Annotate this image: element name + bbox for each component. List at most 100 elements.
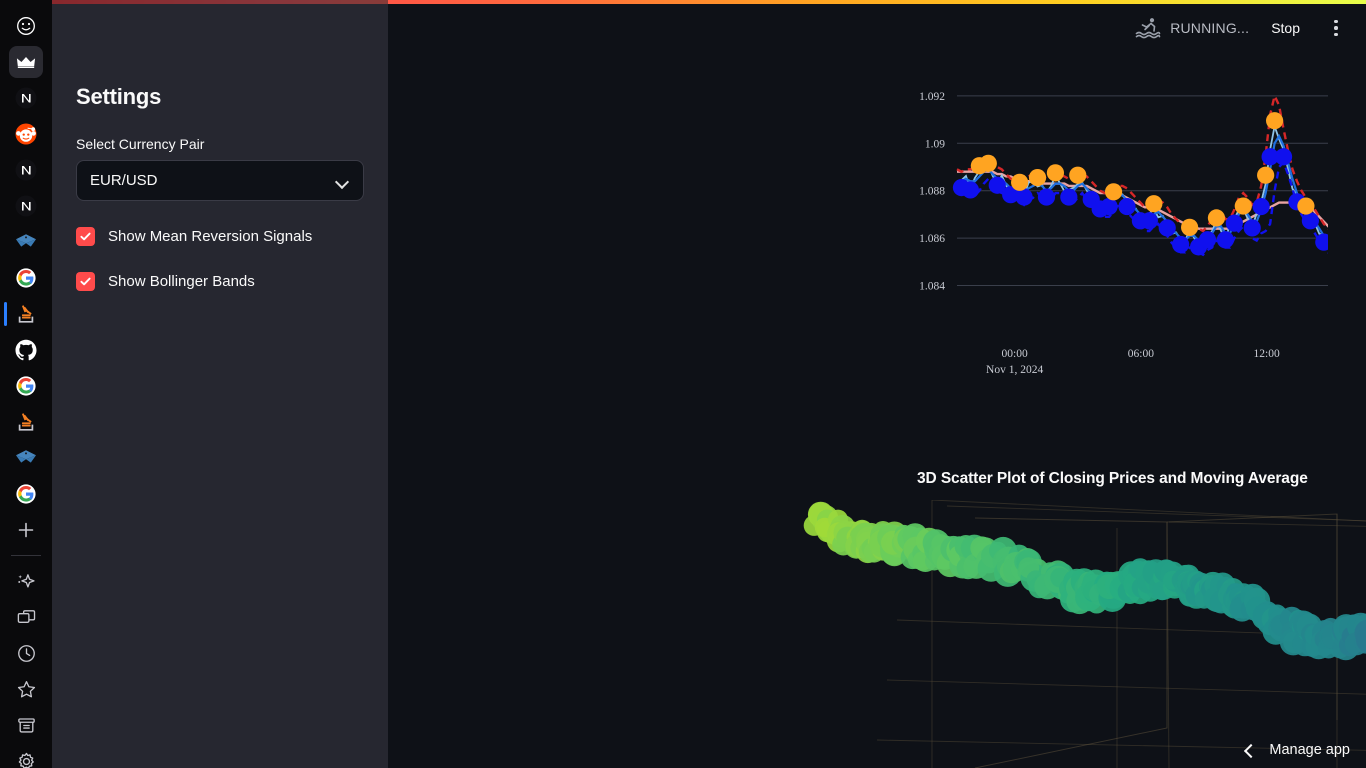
x-tick-label: 06:00 [1128,348,1154,360]
mean-reversion-buy-marker[interactable] [1015,188,1033,206]
tab-stackoverflow-2[interactable] [0,404,52,440]
plot3d-gridline [1168,521,1366,527]
tab-smiley[interactable] [0,8,52,44]
mean-reversion-buy-marker[interactable] [1118,197,1136,216]
tab-stackoverflow-1[interactable] [0,296,52,332]
mean-reversion-sell-marker[interactable] [1046,164,1065,182]
tab-crown[interactable] [0,44,52,80]
stackoverflow-icon [13,301,39,327]
notion-icon [13,193,39,219]
plot3d-points [803,501,1366,661]
x-tick-label: 00:00 [1002,348,1028,360]
bookmarks-button[interactable] [0,671,52,707]
main-content: RUNNING... Stop 1.092 1.09 1.088 1.086 1.084… [388,0,1366,768]
manage-app-button[interactable]: Manage app [1243,742,1350,758]
checkbox-row-1[interactable]: Show Bollinger Bands [76,272,364,291]
settings-sidebar: Settings Select Currency Pair EUR/USD Sh… [52,0,388,768]
y-tick-label: 1.086 [919,233,945,245]
mean-reversion-sell-marker[interactable] [1234,197,1252,215]
mean-reversion-buy-marker[interactable] [1060,188,1078,206]
checkbox-1[interactable] [76,272,95,291]
stop-button[interactable]: Stop [1263,16,1308,40]
notion-icon [13,157,39,183]
tab-github[interactable] [0,332,52,368]
streamlit-icon [13,229,39,255]
tab-notion-3[interactable] [0,188,52,224]
scatter-3d-plot[interactable]: 1.091.0881.086 [777,500,1366,768]
mean-reversion-buy-marker[interactable] [1252,197,1270,216]
reddit-icon [13,121,39,147]
mean-reversion-buy-marker[interactable] [1100,197,1118,216]
new-tab-button[interactable] [0,512,52,548]
mean-reversion-sell-marker[interactable] [1028,168,1047,187]
mean-reversion-buy-marker[interactable] [1274,148,1293,166]
mean-reversion-sell-marker[interactable] [1265,112,1284,130]
y-tick-label: 1.084 [919,281,945,293]
clock-icon [13,640,39,666]
mean-reversion-buy-marker[interactable] [1225,214,1243,232]
mean-reversion-sell-marker[interactable] [1104,183,1123,201]
tab-reddit[interactable] [0,116,52,152]
github-icon [13,337,39,363]
mean-reversion-sell-marker[interactable] [1297,197,1315,215]
mean-reversion-buy-marker[interactable] [1243,219,1261,237]
mean-reversion-sell-marker[interactable] [1011,173,1029,191]
split-view-icon [13,604,39,630]
y-tick-label: 1.088 [919,186,945,198]
checkbox-row-0[interactable]: Show Mean Reversion Signals [76,227,364,246]
google-icon [13,265,39,291]
downloads-button[interactable] [0,707,52,743]
ai-assistant-button[interactable] [0,563,52,599]
running-status: RUNNING... [1135,16,1249,40]
checkbox-label-0: Show Mean Reversion Signals [108,228,313,245]
tab-google-3[interactable] [0,476,52,512]
gear-icon [13,748,39,768]
google-icon [13,481,39,507]
currency-pair-label: Select Currency Pair [76,136,205,152]
mean-reversion-sell-marker[interactable] [1257,166,1275,184]
mean-reversion-buy-marker[interactable] [1172,235,1190,254]
y-tick-label: 1.092 [919,91,945,103]
checkbox-0[interactable] [76,227,95,246]
mean-reversion-sell-marker[interactable] [1181,218,1199,236]
mean-reversion-buy-marker[interactable] [1301,212,1319,230]
browser-tab-rail [0,0,52,768]
mean-reversion-sell-marker[interactable] [1145,195,1163,213]
google-icon [13,373,39,399]
page-title: Settings [76,84,162,109]
scatter-3d-title: 3D Scatter Plot of Closing Prices and Mo… [917,470,1308,487]
mean-reversion-buy-marker[interactable] [1158,219,1176,237]
tab-streamlit-1[interactable] [0,224,52,260]
running-man-icon [1135,18,1161,39]
star-icon [13,676,39,702]
chevron-left-icon [1243,744,1255,756]
mean-reversion-buy-marker[interactable] [961,181,980,199]
split-view-button[interactable] [0,599,52,635]
mean-reversion-sell-marker[interactable] [979,154,997,172]
mean-reversion-buy-marker[interactable] [1140,212,1158,230]
currency-pair-select[interactable]: EUR/USD [76,160,364,201]
mean-reversion-sell-marker[interactable] [1069,166,1087,184]
tab-notion-1[interactable] [0,80,52,116]
plot3d-gridline [931,500,1366,522]
status-text: RUNNING... [1170,20,1250,36]
tab-streamlit-2[interactable] [0,440,52,476]
tab-notion-2[interactable] [0,152,52,188]
running-progress-bar [52,0,1366,4]
checkbox-label-1: Show Bollinger Bands [108,273,255,290]
rail-divider [11,555,41,556]
price-chart[interactable]: 1.0921.091.0881.0861.08400:0006:0012:001… [528,56,1328,396]
mean-reversion-buy-marker[interactable] [1198,231,1217,249]
archive-box-icon [13,712,39,738]
y-tick-label: 1.09 [925,138,945,150]
settings-button[interactable] [0,743,52,768]
tab-google-1[interactable] [0,260,52,296]
mean-reversion-sell-marker[interactable] [1207,209,1226,227]
mean-reversion-buy-marker[interactable] [1216,231,1234,249]
mean-reversion-buy-marker[interactable] [1037,188,1056,206]
x-tick-label: 12:00 [1254,348,1280,360]
history-button[interactable] [0,635,52,671]
kebab-menu-icon[interactable] [1322,14,1350,42]
tab-google-2[interactable] [0,368,52,404]
smiley-face-icon [13,13,39,39]
